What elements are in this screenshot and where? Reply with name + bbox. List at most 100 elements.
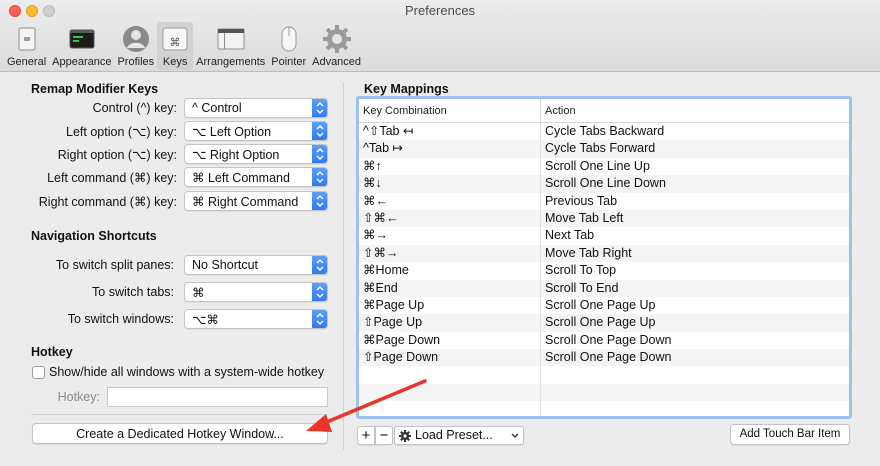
hotkey-checkbox[interactable]	[32, 366, 45, 379]
remap-section-title: Remap Modifier Keys	[31, 82, 159, 96]
action-cell: Scroll To Top	[545, 263, 617, 278]
key-mappings-title: Key Mappings	[364, 82, 449, 96]
table-body: ^⇧Tab ↤ Cycle Tabs Backward ^Tab ↦ Cycle Ta…	[359, 123, 849, 416]
key-combination-cell: ⌘Page Down	[359, 331, 541, 350]
svg-text:⌘: ⌘	[170, 36, 181, 49]
navigation-section-title: Navigation Shortcuts	[31, 229, 157, 243]
chevron-updown-icon	[312, 145, 327, 163]
table-row[interactable]: ⇧Page Down Scroll One Page Down	[359, 349, 849, 367]
table-row[interactable]: ⌘Page Up Scroll One Page Up	[359, 296, 849, 315]
chevron-updown-icon	[312, 122, 327, 140]
chevron-updown-icon	[312, 283, 327, 301]
right-option-key-popup[interactable]: ⌥ Right Option	[184, 144, 328, 164]
action-cell: Scroll One Page Up	[545, 297, 656, 312]
chevron-updown-icon	[312, 310, 327, 328]
switch-windows-popup[interactable]: ⌥⌘	[184, 309, 328, 329]
key-combination-cell: ^⇧Tab ↤	[359, 123, 541, 141]
control-key-label: Control (^) key:	[92, 101, 177, 115]
key-combination-cell: ⌘→	[359, 227, 541, 245]
right-command-key-popup[interactable]: ⌘ Right Command	[184, 191, 328, 211]
action-cell: Next Tab	[545, 228, 595, 243]
load-preset-popup[interactable]: Load Preset...	[394, 426, 524, 445]
action-cell: Scroll One Line Up	[545, 158, 650, 173]
action-cell: Move Tab Left	[545, 210, 624, 225]
key-combination-cell: ^Tab ↦	[359, 140, 541, 158]
tab-appearance[interactable]: Appearance	[49, 22, 114, 70]
gear-icon	[399, 430, 411, 442]
action-cell: Scroll One Page Up	[545, 315, 656, 330]
tab-keys[interactable]: ⌘ Keys	[157, 22, 194, 70]
control-key-popup[interactable]: ^ Control	[184, 98, 328, 118]
title-bar: Preferences General Appearance Profiles …	[0, 0, 880, 72]
left-command-key-popup[interactable]: ⌘ Left Command	[184, 167, 328, 187]
key-combination-cell: ⇧Page Down	[359, 349, 541, 367]
action-cell: Scroll To End	[545, 280, 619, 295]
profiles-icon	[122, 26, 149, 52]
column-header-key-combination[interactable]: Key Combination	[359, 99, 541, 122]
arrangements-icon	[217, 28, 245, 50]
key-combination-cell: ⌘↑	[359, 157, 541, 176]
key-combination-cell: ⇧⌘←	[359, 209, 541, 228]
remove-mapping-button[interactable]: −	[375, 426, 393, 445]
preferences-toolbar: General Appearance Profiles ⌘ Keys Arran…	[4, 22, 364, 70]
table-row[interactable]: ^Tab ↦ Cycle Tabs Forward	[359, 140, 849, 158]
table-row[interactable]	[359, 401, 849, 416]
split-panes-popup[interactable]: No Shortcut	[184, 255, 328, 275]
tab-pointer[interactable]: Pointer	[268, 22, 309, 70]
table-row[interactable]: ⌘← Previous Tab	[359, 192, 849, 210]
table-row[interactable]: ⌘→ Next Tab	[359, 227, 849, 245]
table-row[interactable]: ⇧⌘← Move Tab Left	[359, 209, 849, 228]
create-hotkey-window-button[interactable]: Create a Dedicated Hotkey Window...	[32, 423, 328, 444]
window-title: Preferences	[404, 3, 476, 18]
chevron-updown-icon	[312, 256, 327, 274]
key-combination-cell	[359, 366, 541, 384]
switch-tabs-popup[interactable]: ⌘	[184, 282, 328, 302]
table-row[interactable]: ⇧⌘→ Move Tab Right	[359, 244, 849, 263]
table-row[interactable]: ⌘Home Scroll To Top	[359, 262, 849, 280]
chevron-updown-icon	[312, 192, 327, 210]
hotkey-field[interactable]	[107, 387, 328, 407]
table-row[interactable]: ^⇧Tab ↤ Cycle Tabs Backward	[359, 123, 849, 141]
key-combination-cell: ⌘End	[359, 279, 541, 297]
hotkey-section-title: Hotkey	[31, 345, 73, 359]
pointer-icon	[281, 26, 297, 52]
tab-arrangements[interactable]: Arrangements	[193, 22, 268, 70]
tab-general[interactable]: General	[4, 22, 49, 70]
hotkey-checkbox-label: Show/hide all windows with a system-wide…	[49, 365, 325, 379]
chevron-down-icon	[511, 433, 519, 438]
table-row[interactable]: ⌘↑ Scroll One Line Up	[359, 157, 849, 176]
table-row[interactable]	[359, 366, 849, 384]
action-cell: Scroll One Page Down	[545, 350, 672, 365]
action-cell	[541, 384, 849, 401]
advanced-icon	[322, 25, 351, 53]
general-icon	[18, 27, 36, 51]
chevron-updown-icon	[312, 168, 327, 186]
right-command-key-label: Right command (⌘) key:	[38, 195, 177, 209]
tab-profiles[interactable]: Profiles	[114, 22, 157, 70]
table-row[interactable]: ⌘Page Down Scroll One Page Down	[359, 331, 849, 350]
table-header: Key Combination Action	[359, 99, 849, 123]
appearance-icon	[69, 29, 95, 49]
key-mappings-table[interactable]: Key Combination Action ^⇧Tab ↤ Cycle Tabs…	[356, 96, 852, 419]
action-cell: Previous Tab	[545, 193, 618, 208]
left-option-key-popup[interactable]: ⌥ Left Option	[184, 121, 328, 141]
action-cell: Scroll One Line Down	[545, 176, 666, 191]
left-option-key-label: Left option (⌥) key:	[66, 125, 177, 139]
action-cell: Move Tab Right	[545, 245, 632, 260]
add-touch-bar-item-button[interactable]: Add Touch Bar Item	[730, 424, 850, 445]
table-row[interactable]	[359, 383, 849, 402]
column-divider	[343, 82, 344, 450]
tab-advanced[interactable]: Advanced	[309, 22, 364, 70]
add-mapping-button[interactable]: +	[357, 426, 375, 445]
hotkey-field-label: Hotkey:	[57, 390, 100, 404]
table-row[interactable]: ⌘End Scroll To End	[359, 279, 849, 297]
keys-icon: ⌘	[162, 27, 188, 51]
key-combination-cell: ⌘↓	[359, 175, 541, 193]
action-cell	[541, 401, 849, 416]
table-row[interactable]: ⌘↓ Scroll One Line Down	[359, 175, 849, 193]
key-combination-cell: ⇧⌘→	[359, 244, 541, 263]
column-header-action[interactable]: Action	[541, 99, 576, 122]
key-combination-cell: ⌘←	[359, 192, 541, 210]
table-row[interactable]: ⇧Page Up Scroll One Page Up	[359, 314, 849, 332]
key-combination-cell: ⌘Home	[359, 262, 541, 280]
